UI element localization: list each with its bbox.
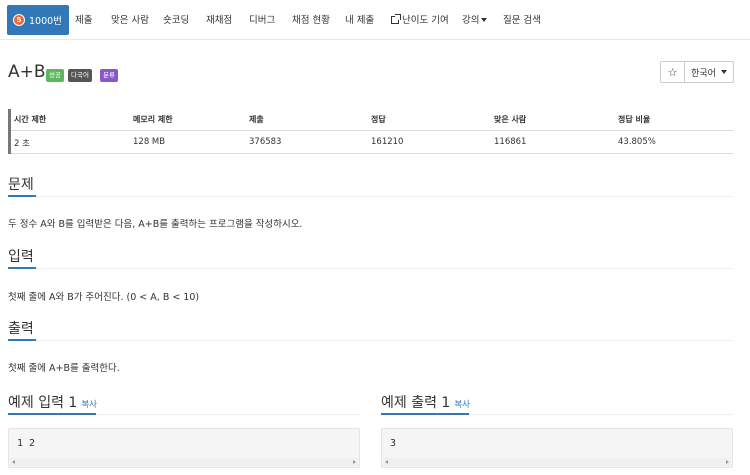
header-submissions: 제출 (249, 115, 264, 124)
problem-title: A+B (8, 62, 46, 82)
cell-memory-limit: 128 MB (133, 137, 166, 147)
header-accepted: 정답 (371, 115, 386, 124)
language-label: 한국어 (691, 68, 716, 79)
example-input-box[interactable]: 1 2 (8, 428, 360, 468)
header-time-limit: 시간 제한 (14, 115, 47, 124)
nav-difficulty-label: 난이도 기여 (402, 15, 449, 26)
star-icon: ☆ (667, 65, 678, 79)
section-underline (8, 267, 36, 269)
favorite-star-button[interactable]: ☆ (660, 61, 685, 83)
example-output-title: 예제 출력 1 (381, 395, 451, 411)
nav-question-search[interactable]: 질문 검색 (503, 0, 541, 40)
example-output-content: 3 (390, 438, 397, 449)
section-rule (8, 340, 733, 341)
header-memory-limit: 메모리 제한 (133, 115, 173, 124)
tier-badge-icon: 5 (13, 14, 25, 26)
example-output-box[interactable]: 3 (381, 428, 733, 468)
nav-my-submissions[interactable]: 내 제출 (345, 0, 374, 40)
problem-number-label: 1000번 (29, 16, 62, 27)
section-underline (381, 413, 469, 415)
cell-submissions: 376583 (249, 137, 282, 147)
header-solved-users: 맞은 사람 (494, 115, 527, 124)
top-nav: 5 1000번 제출 맞은 사람 숏코딩 재채점 디버그 채점 현황 내 제출 … (0, 0, 750, 40)
input-text: 첫째 줄에 A와 B가 주어진다. (0 < A, B < 10) (8, 292, 200, 303)
external-link-icon (391, 14, 401, 24)
section-heading-output: 출력 (8, 321, 34, 337)
horizontal-scrollbar[interactable] (10, 458, 358, 466)
label-classification[interactable]: 분류 (100, 69, 118, 82)
example-output-heading: 예제 출력 1 복사 (381, 392, 470, 412)
section-heading-input: 입력 (8, 249, 34, 265)
nav-lectures-label: 강의 (462, 15, 480, 26)
copy-input-link[interactable]: 복사 (81, 400, 97, 410)
nav-problem-number[interactable]: 5 1000번 (7, 5, 69, 35)
horizontal-scrollbar[interactable] (383, 458, 731, 466)
cell-time-limit: 2 초 (14, 139, 30, 149)
section-underline (8, 413, 96, 415)
nav-difficulty-contribution[interactable]: 난이도 기여 (391, 0, 449, 40)
cell-accuracy: 43.805% (618, 137, 656, 147)
header-accuracy: 정답 비율 (618, 115, 651, 124)
cell-accepted: 161210 (371, 137, 404, 147)
section-rule (8, 196, 733, 197)
problem-info-table: 시간 제한 메모리 제한 제출 정답 맞은 사람 정답 비율 2 초 128 M… (8, 109, 733, 154)
description-text: 두 정수 A와 B를 입력받은 다음, A+B를 출력하는 프로그램을 작성하시… (8, 219, 303, 230)
example-input-heading: 예제 입력 1 복사 (8, 392, 97, 412)
section-underline (8, 339, 36, 341)
nav-lectures-dropdown[interactable]: 강의 (462, 0, 488, 40)
nav-status[interactable]: 채점 현황 (292, 0, 330, 40)
nav-solved-users[interactable]: 맞은 사람 (111, 0, 149, 40)
nav-submit[interactable]: 제출 (75, 0, 92, 40)
section-heading-description: 문제 (8, 177, 34, 193)
example-input-content: 1 2 (17, 438, 36, 449)
language-dropdown[interactable]: 한국어 (684, 61, 734, 83)
section-underline (8, 195, 36, 197)
example-input-title: 예제 입력 1 (8, 395, 78, 411)
nav-rejudge[interactable]: 재채점 (206, 0, 232, 40)
label-multilang[interactable]: 다국어 (68, 69, 92, 82)
section-rule (8, 268, 733, 269)
table-divider (11, 130, 733, 131)
label-success: 성공 (46, 69, 64, 82)
caret-down-icon (481, 18, 488, 22)
cell-solved-users: 116861 (494, 137, 527, 147)
output-text: 첫째 줄에 A+B를 출력한다. (8, 363, 120, 374)
copy-output-link[interactable]: 복사 (454, 400, 470, 410)
nav-short-coding[interactable]: 숏코딩 (163, 0, 189, 40)
caret-down-icon (720, 70, 727, 74)
table-divider (11, 153, 733, 154)
nav-debug[interactable]: 디버그 (249, 0, 275, 40)
